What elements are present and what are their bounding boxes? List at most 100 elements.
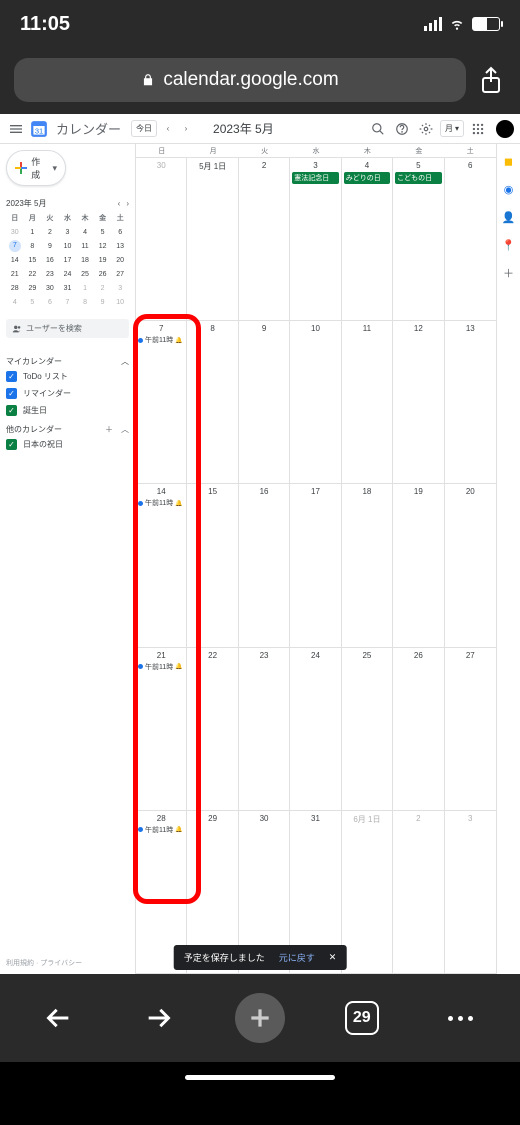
- day-cell[interactable]: 15: [187, 484, 238, 647]
- more-button[interactable]: [439, 996, 483, 1040]
- calendar-list-item[interactable]: ✓誕生日: [6, 405, 129, 416]
- day-cell[interactable]: 25: [342, 648, 393, 811]
- mini-day[interactable]: 9: [41, 239, 59, 253]
- mini-calendar[interactable]: 日月火水木金土 30123456789101112131415161718192…: [6, 211, 129, 309]
- day-cell[interactable]: 24: [290, 648, 341, 811]
- mini-day[interactable]: 16: [41, 253, 59, 267]
- mini-day[interactable]: 5: [94, 225, 112, 239]
- day-cell[interactable]: 26: [393, 648, 444, 811]
- forward-button[interactable]: [136, 996, 180, 1040]
- tasks-icon[interactable]: ◉: [502, 182, 516, 196]
- tabs-button[interactable]: 29: [340, 996, 384, 1040]
- day-cell[interactable]: 2: [239, 158, 290, 321]
- view-switcher[interactable]: 月▾: [440, 120, 464, 137]
- day-cell[interactable]: 27: [445, 648, 496, 811]
- my-calendars-header[interactable]: マイカレンダー ︿: [6, 356, 129, 367]
- day-cell[interactable]: 30: [136, 158, 187, 321]
- avatar[interactable]: [496, 120, 514, 138]
- day-cell[interactable]: 14午前11時🔔: [136, 484, 187, 647]
- mini-day[interactable]: 5: [24, 295, 42, 309]
- mini-day[interactable]: 18: [76, 253, 94, 267]
- day-cell[interactable]: 12: [393, 321, 444, 484]
- url-bar[interactable]: calendar.google.com: [14, 58, 466, 102]
- mini-day[interactable]: 2: [94, 281, 112, 295]
- mini-day[interactable]: 8: [76, 295, 94, 309]
- mini-day[interactable]: 31: [59, 281, 77, 295]
- day-cell[interactable]: 22: [187, 648, 238, 811]
- mini-day[interactable]: 8: [24, 239, 42, 253]
- checkbox-icon[interactable]: ✓: [6, 405, 17, 416]
- mini-day[interactable]: 26: [94, 267, 112, 281]
- mini-next-button[interactable]: ›: [126, 199, 129, 208]
- mini-day[interactable]: 3: [111, 281, 129, 295]
- mini-day[interactable]: 24: [59, 267, 77, 281]
- mini-day[interactable]: 9: [94, 295, 112, 309]
- mini-day[interactable]: 28: [6, 281, 24, 295]
- day-cell[interactable]: 16: [239, 484, 290, 647]
- event-chip[interactable]: 午前11時🔔: [138, 335, 184, 345]
- next-month-button[interactable]: ›: [179, 124, 193, 133]
- mini-day[interactable]: 1: [76, 281, 94, 295]
- menu-icon[interactable]: [6, 119, 26, 139]
- mini-day[interactable]: 14: [6, 253, 24, 267]
- mini-day[interactable]: 25: [76, 267, 94, 281]
- mini-day[interactable]: 30: [41, 281, 59, 295]
- mini-day[interactable]: 19: [94, 253, 112, 267]
- mini-day[interactable]: 22: [24, 267, 42, 281]
- mini-day[interactable]: 17: [59, 253, 77, 267]
- day-cell[interactable]: 3憲法記念日: [290, 158, 341, 321]
- holiday-chip[interactable]: こどもの日: [395, 172, 441, 184]
- mini-day[interactable]: 21: [6, 267, 24, 281]
- day-cell[interactable]: 13: [445, 321, 496, 484]
- day-cell[interactable]: 20: [445, 484, 496, 647]
- day-cell[interactable]: 6: [445, 158, 496, 321]
- day-cell[interactable]: 7午前11時🔔: [136, 321, 187, 484]
- event-chip[interactable]: 午前11時🔔: [138, 662, 184, 672]
- event-chip[interactable]: 午前11時🔔: [138, 825, 184, 835]
- mini-day[interactable]: 4: [76, 225, 94, 239]
- search-people-input[interactable]: ユーザーを検索: [6, 319, 129, 338]
- back-button[interactable]: [37, 996, 81, 1040]
- home-indicator[interactable]: [0, 1062, 520, 1092]
- mini-day[interactable]: 10: [111, 295, 129, 309]
- footer-links[interactable]: 利用規約 · プライバシー: [6, 952, 129, 974]
- calendar-list-item[interactable]: ✓リマインダー: [6, 388, 129, 399]
- mini-day[interactable]: 6: [111, 225, 129, 239]
- day-cell[interactable]: 10: [290, 321, 341, 484]
- mini-day[interactable]: 1: [24, 225, 42, 239]
- mini-day[interactable]: 7: [6, 239, 24, 253]
- today-button[interactable]: 今日: [131, 120, 157, 137]
- holiday-chip[interactable]: みどりの日: [344, 172, 390, 184]
- keep-icon[interactable]: ◼: [502, 154, 516, 168]
- maps-icon[interactable]: 📍: [502, 238, 516, 252]
- day-cell[interactable]: 17: [290, 484, 341, 647]
- mini-day[interactable]: 6: [41, 295, 59, 309]
- share-button[interactable]: [476, 65, 506, 95]
- day-cell[interactable]: 2: [393, 811, 444, 974]
- toast-undo-button[interactable]: 元に戻す: [279, 951, 315, 964]
- mini-day[interactable]: 27: [111, 267, 129, 281]
- mini-day[interactable]: 7: [59, 295, 77, 309]
- day-cell[interactable]: 5こどもの日: [393, 158, 444, 321]
- create-button[interactable]: 作成 ▾: [6, 150, 66, 186]
- day-cell[interactable]: 21午前11時🔔: [136, 648, 187, 811]
- mini-day[interactable]: 30: [6, 225, 24, 239]
- mini-day[interactable]: 13: [111, 239, 129, 253]
- mini-day[interactable]: 3: [59, 225, 77, 239]
- mini-day[interactable]: 29: [24, 281, 42, 295]
- apps-icon[interactable]: [468, 119, 488, 139]
- add-calendar-button[interactable]: ＋: [105, 424, 113, 435]
- day-cell[interactable]: 4みどりの日: [342, 158, 393, 321]
- search-icon[interactable]: [368, 119, 388, 139]
- checkbox-icon[interactable]: ✓: [6, 439, 17, 450]
- holiday-chip[interactable]: 憲法記念日: [292, 172, 338, 184]
- mini-prev-button[interactable]: ‹: [118, 199, 121, 208]
- contacts-icon[interactable]: 👤: [502, 210, 516, 224]
- new-tab-button[interactable]: [235, 993, 285, 1043]
- day-cell[interactable]: 23: [239, 648, 290, 811]
- checkbox-icon[interactable]: ✓: [6, 371, 17, 382]
- day-cell[interactable]: 18: [342, 484, 393, 647]
- calendar-list-item[interactable]: ✓ToDo リスト: [6, 371, 129, 382]
- day-cell[interactable]: 19: [393, 484, 444, 647]
- mini-day[interactable]: 15: [24, 253, 42, 267]
